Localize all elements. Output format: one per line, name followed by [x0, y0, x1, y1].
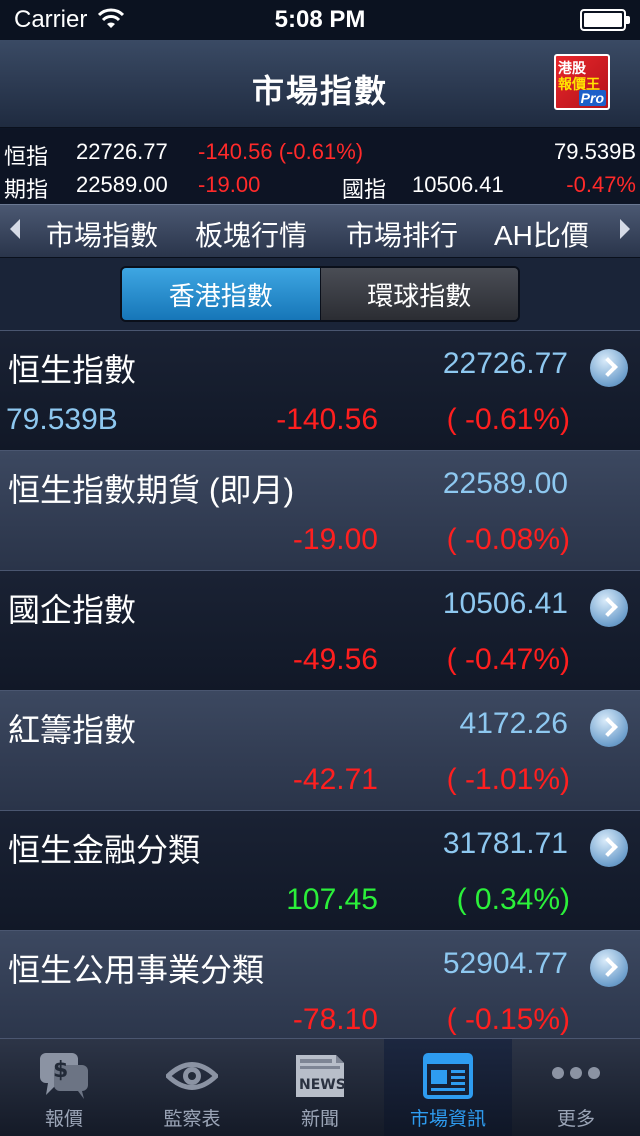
segment-area: 香港指數 環球指數 — [0, 258, 640, 330]
index-change: -49.56 — [292, 643, 378, 676]
hsi-label: 恒指 — [4, 144, 49, 169]
index-row[interactable]: 國企指數 10506.41 -49.56 ( -0.47%) — [0, 570, 640, 690]
index-change: 107.45 — [286, 883, 378, 916]
more-dots-icon — [552, 1067, 600, 1079]
index-turnover: 79.539B — [6, 403, 118, 436]
index-change-pct: ( -1.01%) — [446, 763, 570, 796]
index-value: 22726.77 — [442, 347, 568, 380]
market-info-newspaper-icon — [423, 1053, 473, 1099]
hscei-pct: -0.47% — [566, 172, 636, 197]
tab-news[interactable]: NEWS 新聞 — [256, 1039, 384, 1136]
tab-label: 監察表 — [163, 1109, 221, 1130]
futures-label: 期指 — [4, 177, 49, 202]
index-change-pct: ( -0.47%) — [446, 643, 570, 676]
chevron-right-icon[interactable] — [590, 829, 628, 867]
page-title: 市場指數 — [251, 73, 388, 109]
index-change: -78.10 — [292, 1003, 378, 1036]
battery-icon — [580, 9, 630, 31]
turnover-value: 79.539B — [554, 139, 636, 164]
index-value: 10506.41 — [442, 587, 568, 620]
news-icon: NEWS — [296, 1055, 346, 1097]
clock: 5:08 PM — [274, 6, 366, 33]
hscei-label: 國指 — [342, 177, 387, 202]
futures-change: -19.00 — [198, 172, 261, 197]
index-name: 恒生指數 — [8, 352, 137, 388]
index-value: 4172.26 — [459, 707, 568, 740]
tab-quote[interactable]: $ 報價 — [0, 1039, 128, 1136]
index-row[interactable]: 恒生金融分類 31781.71 107.45 ( 0.34%) — [0, 810, 640, 930]
tab-market-info[interactable]: 市場資訊 — [384, 1039, 512, 1136]
news-icon-text: NEWS — [299, 1077, 346, 1093]
tab-watchlist[interactable]: 監察表 — [128, 1039, 256, 1136]
chevron-right-icon[interactable] — [590, 589, 628, 627]
segment-hk-index[interactable]: 香港指數 — [122, 268, 320, 320]
index-value: 22589.00 — [442, 467, 568, 500]
index-name: 國企指數 — [8, 592, 137, 628]
index-value: 31781.71 — [442, 827, 568, 860]
tab-label: 市場資訊 — [409, 1109, 486, 1130]
chevron-right-icon[interactable] — [590, 949, 628, 987]
tab-market-index[interactable]: 市場指數 — [46, 214, 158, 254]
tab-label: 報價 — [44, 1109, 83, 1130]
logo-pro-badge: Pro — [578, 90, 606, 106]
eye-icon — [166, 1062, 218, 1090]
svg-text:$: $ — [53, 1058, 68, 1083]
index-row[interactable]: 恒生公用事業分類 52904.77 -78.10 ( -0.15%) — [0, 930, 640, 1038]
tab-label: 新聞 — [300, 1109, 339, 1130]
status-bar: Carrier 5:08 PM — [0, 0, 640, 40]
index-name: 恒生公用事業分類 — [8, 952, 265, 988]
index-name: 恒生金融分類 — [8, 832, 201, 868]
hscei-value: 10506.41 — [412, 172, 504, 197]
index-row[interactable]: 恒生指數 22726.77 79.539B -140.56 ( -0.61%) — [0, 330, 640, 450]
index-change: -19.00 — [292, 523, 378, 556]
category-tab-strip: 市場指數 板塊行情 市場排行 AH比價 — [0, 204, 640, 258]
hsi-value: 22726.77 — [76, 139, 168, 164]
bottom-tab-bar: $ 報價 監察表 NEWS 新聞 市場資訊 更多 — [0, 1038, 640, 1136]
index-name: 恒生指數期貨 (即月) — [8, 472, 295, 508]
segment-global-index[interactable]: 環球指數 — [319, 268, 518, 320]
scroll-left-arrow-icon[interactable] — [10, 219, 20, 239]
index-change-pct: ( 0.34%) — [456, 883, 570, 916]
quote-chat-dollar-icon: $ — [40, 1053, 88, 1099]
tab-sector[interactable]: 板塊行情 — [195, 214, 307, 254]
hsi-change: -140.56 (-0.61%) — [198, 139, 364, 164]
futures-value: 22589.00 — [76, 172, 168, 197]
app-logo[interactable]: 港股 報價王 Pro — [554, 54, 610, 110]
chevron-right-icon[interactable] — [590, 709, 628, 747]
tab-ranking[interactable]: 市場排行 — [346, 214, 458, 254]
scroll-right-arrow-icon[interactable] — [620, 219, 630, 239]
index-change: -42.71 — [292, 763, 378, 796]
chevron-right-icon[interactable] — [590, 349, 628, 387]
index-row[interactable]: 恒生指數期貨 (即月) 22589.00 -19.00 ( -0.08%) — [0, 450, 640, 570]
tab-more[interactable]: 更多 — [512, 1039, 640, 1136]
index-change-pct: ( -0.61%) — [446, 403, 570, 436]
index-list: 恒生指數 22726.77 79.539B -140.56 ( -0.61%) … — [0, 330, 640, 1038]
index-ticker: 恒指 22726.77 -140.56 (-0.61%) 79.539B 期指 … — [0, 129, 640, 203]
index-change-pct: ( -0.15%) — [446, 1003, 570, 1036]
index-row[interactable]: 紅籌指數 4172.26 -42.71 ( -1.01%) — [0, 690, 640, 810]
navigation-bar: 市場指數 港股 報價王 Pro — [0, 40, 640, 128]
tab-label: 更多 — [556, 1109, 595, 1130]
index-change: -140.56 — [276, 403, 378, 436]
tab-ah-compare[interactable]: AH比價 — [494, 214, 589, 254]
index-change-pct: ( -0.08%) — [446, 523, 570, 556]
index-value: 52904.77 — [442, 947, 568, 980]
region-segmented-control: 香港指數 環球指數 — [120, 266, 520, 322]
index-name: 紅籌指數 — [8, 712, 137, 748]
